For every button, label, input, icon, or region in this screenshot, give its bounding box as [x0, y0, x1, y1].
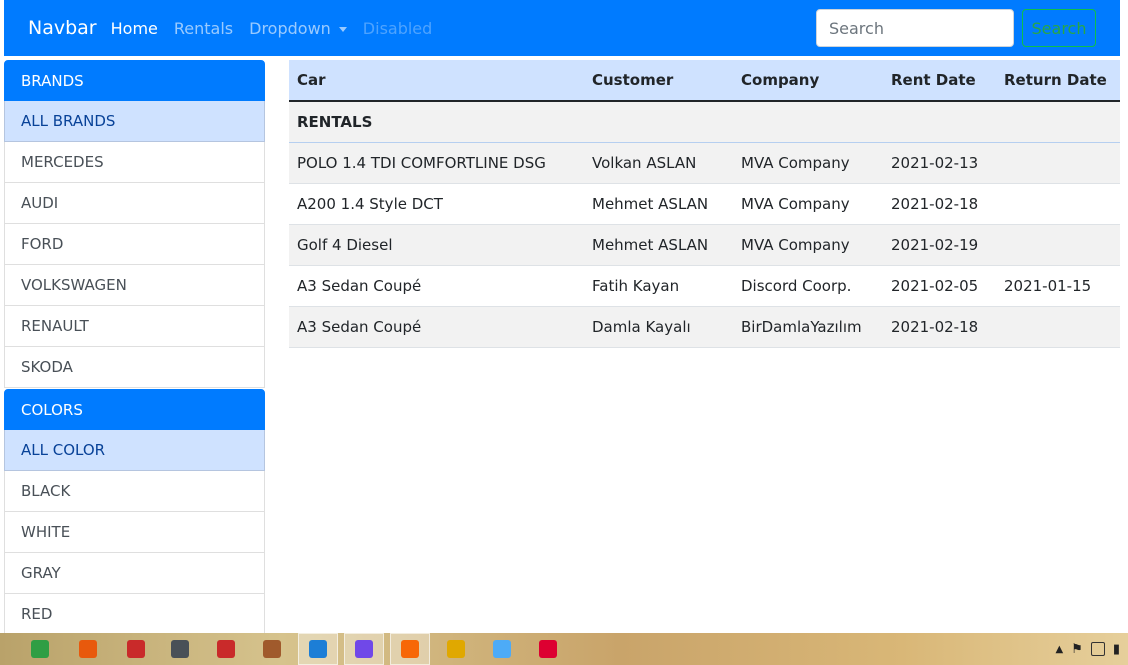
paint-icon[interactable]	[252, 633, 292, 665]
cell-car: POLO 1.4 TDI COMFORTLINE DSG	[289, 142, 584, 184]
flag-icon[interactable]: ⚑	[1071, 642, 1083, 657]
cell-rent-date: 2021-02-18	[883, 306, 996, 348]
table-row: Golf 4 Diesel Mehmet ASLAN MVA Company 2021…	[289, 224, 1120, 266]
brand-item-mercedes[interactable]: MERCEDES	[4, 142, 265, 183]
nav-link-rentals[interactable]: Rentals	[174, 19, 233, 38]
search-input[interactable]	[816, 9, 1014, 47]
caret-down-icon	[338, 26, 347, 32]
chrome-icon-glyph	[31, 640, 49, 658]
navbar: Navbar Home Rentals Dropdown Disabled Se…	[4, 0, 1120, 56]
table-row: A3 Sedan Coupé Fatih Kayan Discord Coorp. 2…	[289, 265, 1120, 307]
search-button[interactable]: Search	[1022, 9, 1096, 47]
angular-icon-glyph	[539, 640, 557, 658]
angular-icon[interactable]	[528, 633, 568, 665]
photos-icon[interactable]	[482, 633, 522, 665]
nav-link-home[interactable]: Home	[111, 19, 158, 38]
acrobat-icon-glyph	[127, 640, 145, 658]
nav-link-disabled: Disabled	[362, 18, 433, 38]
tray-chevron-up-icon[interactable]: ▲	[1055, 644, 1063, 655]
cell-return-date	[996, 306, 1120, 348]
postman-icon[interactable]	[390, 633, 430, 665]
cell-rent-date: 2021-02-19	[883, 224, 996, 266]
cell-car: A200 1.4 Style DCT	[289, 183, 584, 225]
network-icon[interactable]: ▮	[1113, 642, 1120, 657]
cell-customer: Fatih Kayan	[584, 265, 733, 307]
cell-company: MVA Company	[733, 142, 883, 184]
cell-customer: Volkan ASLAN	[584, 142, 733, 184]
color-item-black[interactable]: BLACK	[4, 471, 265, 512]
cell-customer: Mehmet ASLAN	[584, 183, 733, 225]
brand-item-skoda[interactable]: SKODA	[4, 347, 265, 388]
color-item-red[interactable]: RED	[4, 594, 265, 635]
cell-customer: Mehmet ASLAN	[584, 224, 733, 266]
firefox-icon[interactable]	[68, 633, 108, 665]
brands-list: BRANDS ALL BRANDS MERCEDES AUDI FORD VOL…	[4, 60, 265, 388]
brand-item-ford[interactable]: FORD	[4, 224, 265, 265]
table-header-row: Car Customer Company Rent Date Return Da…	[289, 60, 1120, 102]
colors-header: COLORS	[4, 389, 265, 430]
cell-rent-date: 2021-02-13	[883, 142, 996, 184]
table-caption-row: RENTALS	[289, 101, 1120, 143]
color-item-gray[interactable]: GRAY	[4, 553, 265, 594]
cell-rent-date: 2021-02-05	[883, 265, 996, 307]
folder-icon-glyph	[447, 640, 465, 658]
brand-item-volkswagen[interactable]: VOLKSWAGEN	[4, 265, 265, 306]
color-item-white[interactable]: WHITE	[4, 512, 265, 553]
paint-icon-glyph	[263, 640, 281, 658]
color-item-all[interactable]: ALL COLOR	[4, 430, 265, 471]
nav-link-dropdown-label: Dropdown	[249, 18, 331, 38]
photos-icon-glyph	[493, 640, 511, 658]
column-header-customer: Customer	[584, 60, 733, 102]
visual-studio-icon[interactable]	[344, 633, 384, 665]
cell-company: MVA Company	[733, 183, 883, 225]
vscode-icon[interactable]	[298, 633, 338, 665]
rentals-table: RENTALS Car Customer Company Rent Date R…	[289, 60, 1120, 348]
cell-company: Discord Coorp.	[733, 265, 883, 307]
cell-car: A3 Sedan Coupé	[289, 265, 584, 307]
vscode-icon-glyph	[309, 640, 327, 658]
brands-header: BRANDS	[4, 60, 265, 101]
cell-return-date	[996, 224, 1120, 266]
rentals-table-container: RENTALS Car Customer Company Rent Date R…	[289, 60, 1120, 348]
column-header-company: Company	[733, 60, 883, 102]
nav-link-dropdown[interactable]: Dropdown	[249, 19, 347, 38]
acrobat-icon[interactable]	[116, 633, 156, 665]
column-header-return-date: Return Date	[996, 60, 1120, 102]
folder-icon[interactable]	[436, 633, 476, 665]
cell-company: MVA Company	[733, 224, 883, 266]
postman-icon-glyph	[401, 640, 419, 658]
column-header-rent-date: Rent Date	[883, 60, 996, 102]
visual-studio-icon-glyph	[355, 640, 373, 658]
rentals-table-body: POLO 1.4 TDI COMFORTLINE DSG Volkan ASLAN…	[289, 142, 1120, 348]
table-row: A3 Sedan Coupé Damla Kayalı BirDamlaYazılı…	[289, 306, 1120, 348]
cell-company: BirDamlaYazılım	[733, 306, 883, 348]
firefox-icon-glyph	[79, 640, 97, 658]
filezilla-icon[interactable]	[206, 633, 246, 665]
cell-car: A3 Sedan Coupé	[289, 306, 584, 348]
system-tray: ▲ ⚑ ▮	[1055, 633, 1120, 665]
navbar-brand[interactable]: Navbar	[28, 17, 97, 39]
cell-return-date	[996, 142, 1120, 184]
colors-list: COLORS ALL COLOR BLACK WHITE GRAY RED	[4, 389, 265, 635]
cell-return-date: 2021-01-15	[996, 265, 1120, 307]
cell-return-date	[996, 183, 1120, 225]
battery-icon[interactable]	[1090, 642, 1105, 656]
cell-customer: Damla Kayalı	[584, 306, 733, 348]
brand-item-all[interactable]: ALL BRANDS	[4, 101, 265, 142]
spy-icon-glyph	[171, 640, 189, 658]
brand-item-renault[interactable]: RENAULT	[4, 306, 265, 347]
cell-car: Golf 4 Diesel	[289, 224, 584, 266]
table-row: POLO 1.4 TDI COMFORTLINE DSG Volkan ASLAN…	[289, 142, 1120, 184]
spy-icon[interactable]	[160, 633, 200, 665]
chrome-icon[interactable]	[20, 633, 60, 665]
taskbar: ▲ ⚑ ▮	[0, 633, 1128, 665]
brand-item-audi[interactable]: AUDI	[4, 183, 265, 224]
cell-rent-date: 2021-02-18	[883, 183, 996, 225]
filezilla-icon-glyph	[217, 640, 235, 658]
table-row: A200 1.4 Style DCT Mehmet ASLAN MVA Compan…	[289, 183, 1120, 225]
rentals-title: RENTALS	[289, 101, 1120, 143]
column-header-car: Car	[289, 60, 584, 102]
